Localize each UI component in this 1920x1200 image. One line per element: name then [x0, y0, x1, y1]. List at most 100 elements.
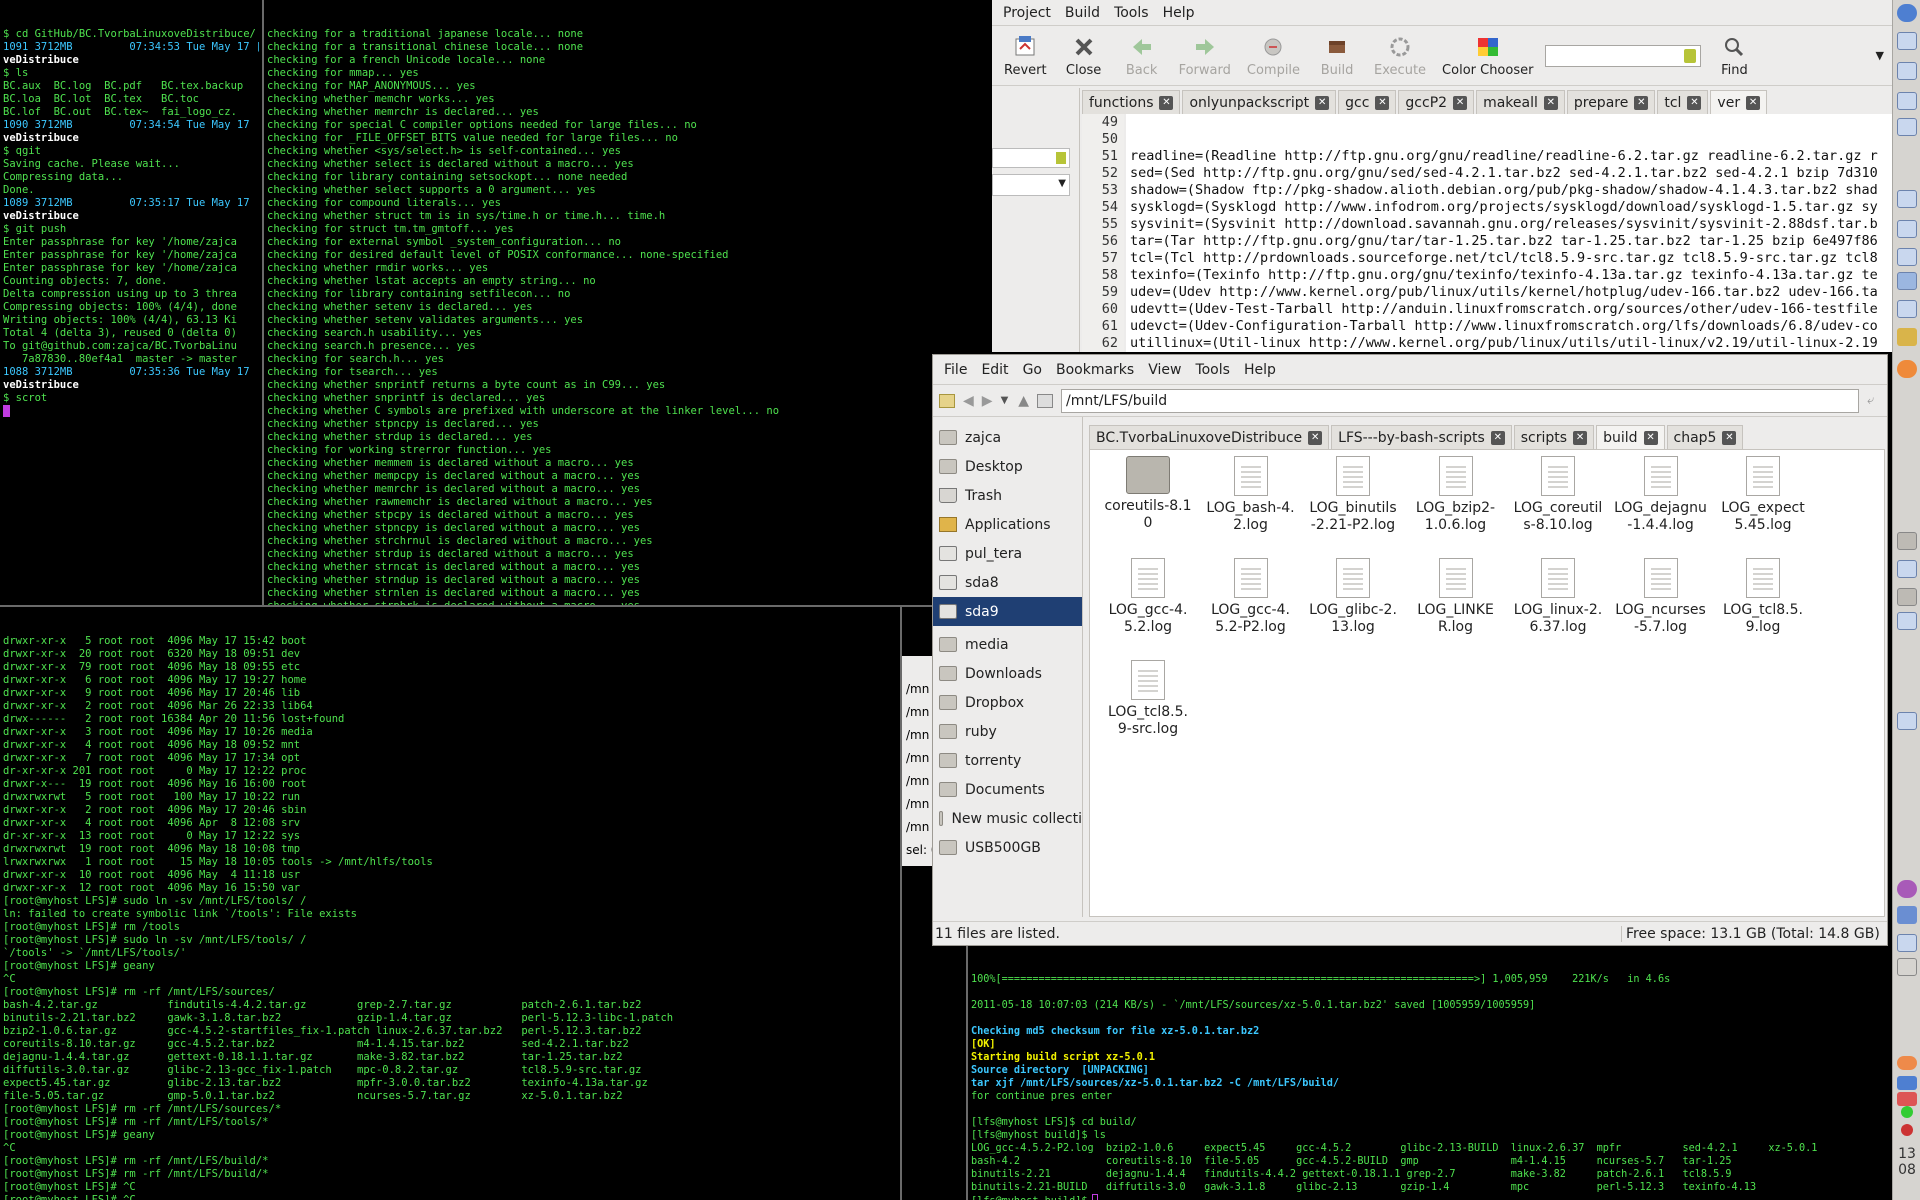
color-chooser-button[interactable]: Color Chooser	[1434, 34, 1541, 78]
window-button-icon[interactable]	[1897, 560, 1917, 578]
search-field[interactable]	[1545, 44, 1702, 67]
menu-go[interactable]: Go	[1016, 362, 1049, 378]
sidebar-item-trash[interactable]: Trash	[933, 481, 1082, 510]
close-tab-icon[interactable]: ✕	[1634, 95, 1649, 110]
file-item[interactable]: LOG_coreutil s-8.10.log	[1510, 456, 1606, 534]
tray-app-icon[interactable]	[1897, 1056, 1917, 1070]
sidebar-item-sda9[interactable]: sda9	[933, 597, 1082, 626]
tab-gcc[interactable]: gcc ✕	[1338, 90, 1397, 114]
clear-icon[interactable]	[1684, 48, 1697, 63]
network-icon[interactable]	[1901, 1106, 1913, 1118]
tab-gccp2[interactable]: gccP2 ✕	[1398, 90, 1475, 114]
tab-chap5[interactable]: chap5 ✕	[1666, 425, 1744, 449]
terminal-bottom-right[interactable]: 100%[===================================…	[968, 945, 1892, 1200]
window-button-icon[interactable]	[1897, 272, 1917, 290]
close-tab-icon[interactable]: ✕	[1746, 95, 1761, 110]
sidebar-item-new-music-collecti[interactable]: New music collecti	[933, 804, 1082, 833]
close-tab-icon[interactable]: ✕	[1573, 430, 1588, 445]
clock[interactable]: 13 08	[1897, 1146, 1917, 1178]
tray-app-icon[interactable]	[1897, 934, 1917, 952]
file-item[interactable]: LOG_glibc-2. 13.log	[1305, 558, 1401, 636]
tab-onlyunpackscript[interactable]: onlyunpackscript ✕	[1182, 90, 1337, 114]
file-item[interactable]: LOG_bzip2- 1.0.6.log	[1408, 456, 1504, 534]
tray-app-icon[interactable]	[1897, 880, 1917, 898]
close-tab-icon[interactable]: ✕	[1453, 95, 1468, 110]
tab-bc-tvorbalinuxovedistribuce[interactable]: BC.TvorbaLinuxoveDistribuce ✕	[1089, 425, 1330, 449]
menu-project[interactable]: Project	[996, 5, 1058, 21]
menu-help[interactable]: Help	[1237, 362, 1283, 378]
back-icon[interactable]: ◀	[963, 393, 974, 409]
close-tab-icon[interactable]: ✕	[1543, 95, 1558, 110]
sidebar-item-dropbox[interactable]: Dropbox	[933, 688, 1082, 717]
revert-button[interactable]: Revert	[996, 34, 1055, 78]
file-item[interactable]: LOG_gcc-4. 5.2.log	[1100, 558, 1196, 636]
terminal-top-left[interactable]: $ cd GitHub/BC.TvorbaLinuxoveDistribuce/…	[0, 0, 262, 605]
menu-build[interactable]: Build	[1058, 5, 1107, 21]
sidebar-item-torrenty[interactable]: torrenty	[933, 746, 1082, 775]
menu-file[interactable]: File	[937, 362, 974, 378]
new-tab-icon[interactable]	[939, 393, 955, 408]
close-tab-icon[interactable]: ✕	[1687, 95, 1702, 110]
menu-bookmarks[interactable]: Bookmarks	[1049, 362, 1141, 378]
tab-tcl[interactable]: tcl ✕	[1657, 90, 1709, 114]
menu-edit[interactable]: Edit	[974, 362, 1015, 378]
menu-tools[interactable]: Tools	[1107, 5, 1156, 21]
terminal-configure-output[interactable]: checking for a traditional japanese loca…	[264, 0, 990, 605]
window-button-icon[interactable]	[1897, 300, 1917, 318]
tray-app-icon[interactable]	[1897, 1076, 1917, 1090]
menu-help[interactable]: Help	[1156, 5, 1202, 21]
close-tab-icon[interactable]: ✕	[1159, 95, 1174, 110]
file-item[interactable]: LOG_binutils -2.21-P2.log	[1305, 456, 1401, 534]
menu-tools[interactable]: Tools	[1188, 362, 1237, 378]
close-tab-icon[interactable]: ✕	[1375, 95, 1390, 110]
tab-ver[interactable]: ver ✕	[1710, 90, 1768, 114]
window-button-icon[interactable]	[1897, 62, 1917, 80]
tray-app-icon[interactable]	[1897, 906, 1917, 924]
window-button-icon[interactable]	[1897, 190, 1917, 208]
tray-app-icon[interactable]	[1897, 1092, 1917, 1106]
forward-icon[interactable]: ▶	[982, 393, 993, 409]
tray-app-icon[interactable]	[1897, 958, 1917, 976]
file-item[interactable]: LOG_linux-2. 6.37.log	[1510, 558, 1606, 636]
back-button[interactable]: Back	[1113, 34, 1171, 78]
sidebar-item-applications[interactable]: Applications	[933, 510, 1082, 539]
window-button-icon[interactable]	[1897, 118, 1917, 136]
file-item[interactable]: LOG_gcc-4. 5.2-P2.log	[1203, 558, 1299, 636]
close-tab-icon[interactable]: ✕	[1315, 95, 1330, 110]
window-button-icon[interactable]	[1897, 712, 1917, 730]
tab-prepare[interactable]: prepare ✕	[1566, 90, 1656, 114]
code-view[interactable]: readline=(Readline http://ftp.gnu.org/gn…	[1126, 114, 1892, 352]
sidebar-item-desktop[interactable]: Desktop	[933, 452, 1082, 481]
sidebar-item-sda8[interactable]: sda8	[933, 568, 1082, 597]
close-tab-icon[interactable]: ✕	[1490, 430, 1505, 445]
tab-lfs-by-bash-scripts[interactable]: LFS---by-bash-scripts ✕	[1331, 425, 1512, 449]
symbol-filter-input[interactable]	[992, 148, 1070, 168]
menu-view[interactable]: View	[1141, 362, 1188, 378]
forward-button[interactable]: Forward	[1171, 34, 1239, 78]
close-tab-icon[interactable]: ✕	[1722, 430, 1737, 445]
sidebar-item-media[interactable]: media	[933, 630, 1082, 659]
file-item[interactable]: LOG_bash-4. 2.log	[1203, 456, 1299, 534]
compile-button[interactable]: Compile	[1239, 34, 1308, 78]
window-button-icon[interactable]	[1897, 32, 1917, 50]
execute-button[interactable]: Execute	[1366, 34, 1434, 78]
volume-icon[interactable]	[1901, 1124, 1913, 1136]
toolbar-overflow-icon[interactable]: ▼	[1876, 49, 1884, 62]
home-icon[interactable]	[1037, 393, 1054, 408]
window-button-icon[interactable]	[1897, 248, 1917, 266]
window-button-icon[interactable]	[1897, 220, 1917, 238]
sidebar-item-documents[interactable]: Documents	[933, 775, 1082, 804]
window-button-icon[interactable]	[1897, 328, 1917, 346]
sidebar-item-usb500gb[interactable]: USB500GB	[933, 833, 1082, 862]
tab-build[interactable]: build ✕	[1596, 425, 1665, 449]
tab-scripts[interactable]: scripts ✕	[1513, 425, 1595, 449]
history-dropdown-icon[interactable]: ▼	[1001, 395, 1009, 406]
sidebar-item-pul-tera[interactable]: pul_tera	[933, 539, 1082, 568]
build-button[interactable]: Build	[1308, 34, 1366, 78]
tab-functions[interactable]: functions ✕	[1082, 90, 1181, 114]
app-launcher-icon[interactable]	[1897, 4, 1917, 22]
window-button-icon[interactable]	[1897, 532, 1917, 550]
close-button[interactable]: Close	[1055, 34, 1113, 78]
close-tab-icon[interactable]: ✕	[1643, 430, 1658, 445]
sidebar-item-ruby[interactable]: ruby	[933, 717, 1082, 746]
